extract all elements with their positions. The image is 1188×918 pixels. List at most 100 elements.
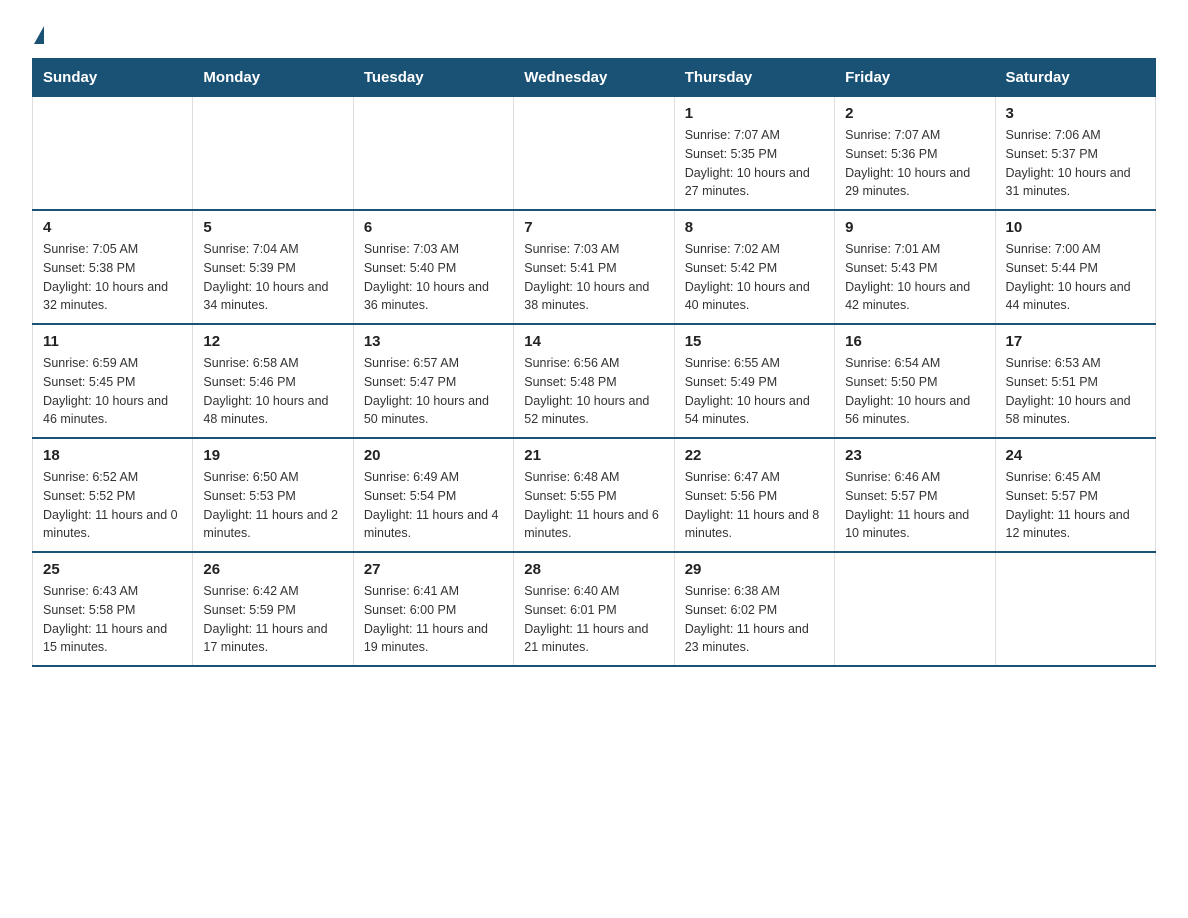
day-number: 9 [845,219,984,236]
day-info: Sunrise: 7:00 AM Sunset: 5:44 PM Dayligh… [1006,240,1145,315]
day-info: Sunrise: 6:59 AM Sunset: 5:45 PM Dayligh… [43,354,182,429]
calendar-cell [193,97,353,211]
day-number: 25 [43,561,182,578]
calendar-cell [995,552,1155,666]
day-info: Sunrise: 7:01 AM Sunset: 5:43 PM Dayligh… [845,240,984,315]
day-number: 2 [845,105,984,122]
calendar-cell [514,97,674,211]
calendar-cell: 11 Sunrise: 6:59 AM Sunset: 5:45 PM Dayli… [33,324,193,438]
calendar-cell: 12 Sunrise: 6:58 AM Sunset: 5:46 PM Dayli… [193,324,353,438]
header-cell-sunday: Sunday [33,59,193,97]
day-info: Sunrise: 6:48 AM Sunset: 5:55 PM Dayligh… [524,468,663,543]
calendar-header: SundayMondayTuesdayWednesdayThursdayFrid… [33,59,1156,97]
day-number: 21 [524,447,663,464]
day-number: 4 [43,219,182,236]
calendar-cell: 25 Sunrise: 6:43 AM Sunset: 5:58 PM Dayli… [33,552,193,666]
day-info: Sunrise: 7:06 AM Sunset: 5:37 PM Dayligh… [1006,126,1145,201]
day-info: Sunrise: 6:53 AM Sunset: 5:51 PM Dayligh… [1006,354,1145,429]
day-info: Sunrise: 6:46 AM Sunset: 5:57 PM Dayligh… [845,468,984,543]
day-info: Sunrise: 6:50 AM Sunset: 5:53 PM Dayligh… [203,468,342,543]
day-info: Sunrise: 7:02 AM Sunset: 5:42 PM Dayligh… [685,240,824,315]
calendar-cell: 13 Sunrise: 6:57 AM Sunset: 5:47 PM Dayli… [353,324,513,438]
header-cell-thursday: Thursday [674,59,834,97]
day-number: 1 [685,105,824,122]
calendar-row-3: 11 Sunrise: 6:59 AM Sunset: 5:45 PM Dayli… [33,324,1156,438]
calendar-cell: 1Sunrise: 7:07 AM Sunset: 5:35 PM Daylig… [674,97,834,211]
day-number: 24 [1006,447,1145,464]
calendar-cell: 6 Sunrise: 7:03 AM Sunset: 5:40 PM Daylig… [353,210,513,324]
calendar-table: SundayMondayTuesdayWednesdayThursdayFrid… [32,58,1156,667]
day-info: Sunrise: 7:05 AM Sunset: 5:38 PM Dayligh… [43,240,182,315]
day-number: 15 [685,333,824,350]
day-number: 14 [524,333,663,350]
day-info: Sunrise: 6:42 AM Sunset: 5:59 PM Dayligh… [203,582,342,657]
calendar-cell: 29 Sunrise: 6:38 AM Sunset: 6:02 PM Dayli… [674,552,834,666]
header-cell-saturday: Saturday [995,59,1155,97]
header-cell-wednesday: Wednesday [514,59,674,97]
logo [32,24,48,42]
day-info: Sunrise: 6:43 AM Sunset: 5:58 PM Dayligh… [43,582,182,657]
day-number: 10 [1006,219,1145,236]
day-info: Sunrise: 6:54 AM Sunset: 5:50 PM Dayligh… [845,354,984,429]
logo-triangle-icon [34,26,44,44]
page-header [32,24,1156,42]
calendar-cell: 24 Sunrise: 6:45 AM Sunset: 5:57 PM Dayli… [995,438,1155,552]
calendar-cell: 7 Sunrise: 7:03 AM Sunset: 5:41 PM Daylig… [514,210,674,324]
day-info: Sunrise: 6:52 AM Sunset: 5:52 PM Dayligh… [43,468,182,543]
calendar-cell: 9 Sunrise: 7:01 AM Sunset: 5:43 PM Daylig… [835,210,995,324]
day-number: 12 [203,333,342,350]
calendar-row-5: 25 Sunrise: 6:43 AM Sunset: 5:58 PM Dayli… [33,552,1156,666]
calendar-cell: 10 Sunrise: 7:00 AM Sunset: 5:44 PM Dayli… [995,210,1155,324]
day-number: 26 [203,561,342,578]
day-number: 27 [364,561,503,578]
day-info: Sunrise: 6:40 AM Sunset: 6:01 PM Dayligh… [524,582,663,657]
day-info: Sunrise: 6:58 AM Sunset: 5:46 PM Dayligh… [203,354,342,429]
header-row: SundayMondayTuesdayWednesdayThursdayFrid… [33,59,1156,97]
calendar-cell: 2Sunrise: 7:07 AM Sunset: 5:36 PM Daylig… [835,97,995,211]
calendar-cell: 16 Sunrise: 6:54 AM Sunset: 5:50 PM Dayli… [835,324,995,438]
day-number: 19 [203,447,342,464]
day-number: 3 [1006,105,1145,122]
day-number: 7 [524,219,663,236]
day-number: 13 [364,333,503,350]
day-number: 16 [845,333,984,350]
day-number: 20 [364,447,503,464]
day-info: Sunrise: 6:49 AM Sunset: 5:54 PM Dayligh… [364,468,503,543]
calendar-cell: 14 Sunrise: 6:56 AM Sunset: 5:48 PM Dayli… [514,324,674,438]
day-number: 22 [685,447,824,464]
calendar-row-2: 4 Sunrise: 7:05 AM Sunset: 5:38 PM Daylig… [33,210,1156,324]
header-cell-tuesday: Tuesday [353,59,513,97]
calendar-cell: 17 Sunrise: 6:53 AM Sunset: 5:51 PM Dayli… [995,324,1155,438]
day-info: Sunrise: 6:45 AM Sunset: 5:57 PM Dayligh… [1006,468,1145,543]
calendar-cell: 15Sunrise: 6:55 AM Sunset: 5:49 PM Dayli… [674,324,834,438]
header-cell-friday: Friday [835,59,995,97]
header-cell-monday: Monday [193,59,353,97]
calendar-cell: 22 Sunrise: 6:47 AM Sunset: 5:56 PM Dayli… [674,438,834,552]
day-info: Sunrise: 6:41 AM Sunset: 6:00 PM Dayligh… [364,582,503,657]
calendar-cell: 19 Sunrise: 6:50 AM Sunset: 5:53 PM Dayli… [193,438,353,552]
day-number: 17 [1006,333,1145,350]
calendar-cell: 5Sunrise: 7:04 AM Sunset: 5:39 PM Daylig… [193,210,353,324]
day-info: Sunrise: 7:03 AM Sunset: 5:40 PM Dayligh… [364,240,503,315]
calendar-cell: 8 Sunrise: 7:02 AM Sunset: 5:42 PM Daylig… [674,210,834,324]
day-info: Sunrise: 6:47 AM Sunset: 5:56 PM Dayligh… [685,468,824,543]
calendar-cell: 3 Sunrise: 7:06 AM Sunset: 5:37 PM Daylig… [995,97,1155,211]
day-info: Sunrise: 6:56 AM Sunset: 5:48 PM Dayligh… [524,354,663,429]
day-number: 6 [364,219,503,236]
calendar-cell: 27 Sunrise: 6:41 AM Sunset: 6:00 PM Dayli… [353,552,513,666]
day-info: Sunrise: 6:38 AM Sunset: 6:02 PM Dayligh… [685,582,824,657]
day-number: 23 [845,447,984,464]
calendar-cell: 21 Sunrise: 6:48 AM Sunset: 5:55 PM Dayli… [514,438,674,552]
calendar-body: 1Sunrise: 7:07 AM Sunset: 5:35 PM Daylig… [33,97,1156,667]
day-number: 29 [685,561,824,578]
day-info: Sunrise: 7:03 AM Sunset: 5:41 PM Dayligh… [524,240,663,315]
day-number: 11 [43,333,182,350]
calendar-cell: 20 Sunrise: 6:49 AM Sunset: 5:54 PM Dayli… [353,438,513,552]
day-number: 8 [685,219,824,236]
calendar-row-1: 1Sunrise: 7:07 AM Sunset: 5:35 PM Daylig… [33,97,1156,211]
day-info: Sunrise: 6:57 AM Sunset: 5:47 PM Dayligh… [364,354,503,429]
calendar-cell: 26 Sunrise: 6:42 AM Sunset: 5:59 PM Dayli… [193,552,353,666]
calendar-cell [353,97,513,211]
calendar-cell: 4 Sunrise: 7:05 AM Sunset: 5:38 PM Daylig… [33,210,193,324]
calendar-cell: 18Sunrise: 6:52 AM Sunset: 5:52 PM Dayli… [33,438,193,552]
